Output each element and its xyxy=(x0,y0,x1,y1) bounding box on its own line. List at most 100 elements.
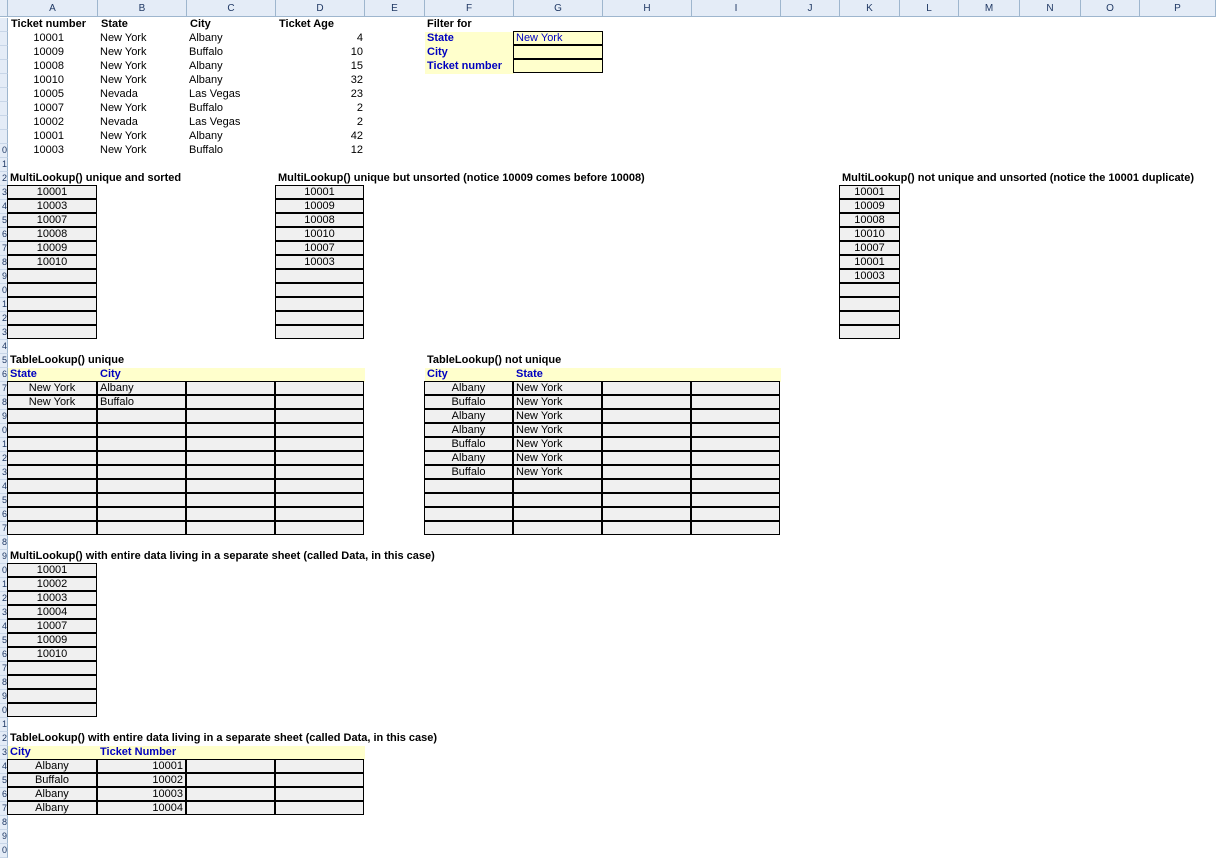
row-header[interactable] xyxy=(0,102,8,116)
table-lookup-cell[interactable] xyxy=(186,773,275,787)
table-header-2[interactable]: City xyxy=(188,18,277,32)
table-lookup-cell[interactable] xyxy=(7,409,97,423)
row-header[interactable]: 0 xyxy=(0,144,8,158)
table-lookup-cell[interactable] xyxy=(691,451,780,465)
lookup-result-cell[interactable] xyxy=(275,269,364,283)
table-cell[interactable]: 10010 xyxy=(8,74,66,88)
column-header-f[interactable]: F xyxy=(425,0,514,17)
table-header-3[interactable]: Ticket Age xyxy=(277,18,366,32)
table-cell[interactable]: New York xyxy=(98,102,187,116)
lookup-result-cell[interactable]: 10003 xyxy=(7,591,97,605)
lookup-result-cell[interactable]: 10001 xyxy=(839,255,900,269)
table-lookup-cell[interactable] xyxy=(186,465,275,479)
table-lookup-cell[interactable] xyxy=(186,759,275,773)
lookup-result-cell[interactable]: 10010 xyxy=(839,227,900,241)
table-cell[interactable]: New York xyxy=(98,144,187,158)
table-cell[interactable]: New York xyxy=(98,60,187,74)
lookup-result-cell[interactable] xyxy=(7,297,97,311)
table-lookup-cell[interactable] xyxy=(97,409,186,423)
row-header[interactable]: 6 xyxy=(0,368,8,382)
table-lookup-cell[interactable] xyxy=(97,423,186,437)
table-cell[interactable]: 10007 xyxy=(8,102,66,116)
column-header-m[interactable]: M xyxy=(959,0,1020,17)
table-cell[interactable]: 10001 xyxy=(8,130,66,144)
lookup-result-cell[interactable] xyxy=(7,283,97,297)
table-cell[interactable]: New York xyxy=(98,32,187,46)
row-header[interactable]: 8 xyxy=(0,816,8,830)
table-lookup-cell[interactable] xyxy=(7,465,97,479)
table-lookup-cell[interactable] xyxy=(7,437,97,451)
table-lookup-cell[interactable]: Albany xyxy=(424,381,513,395)
select-all-corner[interactable] xyxy=(0,0,8,17)
lookup-result-cell[interactable]: 10007 xyxy=(7,619,97,633)
row-header[interactable] xyxy=(0,46,8,60)
column-header-l[interactable]: L xyxy=(900,0,959,17)
table-lookup-cell[interactable] xyxy=(275,521,364,535)
table-lookup-cell[interactable]: New York xyxy=(7,381,97,395)
table-lookup-cell[interactable]: New York xyxy=(513,465,602,479)
row-header[interactable]: 0 xyxy=(0,844,8,858)
row-header[interactable]: 4 xyxy=(0,340,8,354)
table-lookup-cell[interactable] xyxy=(424,493,513,507)
table-lookup-cell[interactable] xyxy=(424,479,513,493)
table-cell[interactable]: Las Vegas xyxy=(187,116,276,130)
row-header[interactable] xyxy=(0,116,8,130)
table-cell[interactable]: 10 xyxy=(276,46,365,60)
lookup-result-cell[interactable]: 10009 xyxy=(7,633,97,647)
table-lookup-cell[interactable] xyxy=(275,451,364,465)
table-lookup-cell[interactable] xyxy=(7,521,97,535)
table-cell[interactable]: Buffalo xyxy=(187,102,276,116)
table-lookup-cell[interactable] xyxy=(186,395,275,409)
table-lookup-cell[interactable] xyxy=(424,521,513,535)
table-lookup-cell[interactable]: Buffalo xyxy=(424,437,513,451)
table-lookup-cell[interactable] xyxy=(186,493,275,507)
table-lookup-cell[interactable]: Buffalo xyxy=(7,773,97,787)
table-lookup-cell[interactable] xyxy=(275,423,364,437)
table-lookup-cell[interactable] xyxy=(513,507,602,521)
column-header-c[interactable]: C xyxy=(187,0,276,17)
table-lookup-cell[interactable] xyxy=(275,437,364,451)
table-lookup-cell[interactable] xyxy=(97,451,186,465)
table-lookup-cell[interactable] xyxy=(602,395,691,409)
table-lookup-cell[interactable]: New York xyxy=(513,395,602,409)
table-lookup-cell[interactable]: New York xyxy=(513,437,602,451)
table-lookup-cell[interactable] xyxy=(602,423,691,437)
table-lookup-cell[interactable] xyxy=(275,493,364,507)
table-lookup-cell[interactable] xyxy=(7,451,97,465)
row-header[interactable] xyxy=(0,18,8,32)
table-lookup-cell[interactable] xyxy=(186,507,275,521)
table-lookup-cell[interactable] xyxy=(691,381,780,395)
table-lookup-cell[interactable] xyxy=(275,801,364,815)
table-cell[interactable]: Albany xyxy=(187,130,276,144)
table-lookup-cell[interactable] xyxy=(97,465,186,479)
table-lookup-cell[interactable] xyxy=(97,493,186,507)
lookup-result-cell[interactable]: 10001 xyxy=(275,185,364,199)
table-lookup-cell[interactable]: Buffalo xyxy=(97,395,186,409)
table-lookup-cell[interactable] xyxy=(7,423,97,437)
table-lookup-cell[interactable] xyxy=(602,479,691,493)
column-header-n[interactable]: N xyxy=(1020,0,1081,17)
lookup-result-cell[interactable]: 10002 xyxy=(7,577,97,591)
table-lookup-cell[interactable] xyxy=(691,507,780,521)
table-lookup-cell[interactable] xyxy=(275,507,364,521)
table-cell[interactable]: 10008 xyxy=(8,60,66,74)
table-lookup-cell[interactable] xyxy=(602,409,691,423)
table-lookup-cell[interactable] xyxy=(186,787,275,801)
table-cell[interactable]: Albany xyxy=(187,74,276,88)
table-cell[interactable]: Las Vegas xyxy=(187,88,276,102)
table-lookup-cell[interactable] xyxy=(513,479,602,493)
lookup-result-cell[interactable]: 10001 xyxy=(839,185,900,199)
table-cell[interactable]: 10009 xyxy=(8,46,66,60)
table-lookup-cell[interactable] xyxy=(691,479,780,493)
lookup-result-cell[interactable]: 10001 xyxy=(7,185,97,199)
filter-value-0[interactable]: New York xyxy=(513,31,603,45)
table-lookup-cell[interactable] xyxy=(602,465,691,479)
table-lookup-cell[interactable] xyxy=(186,801,275,815)
table-cell[interactable]: 10003 xyxy=(8,144,66,158)
lookup-result-cell[interactable] xyxy=(7,325,97,339)
lookup-result-cell[interactable] xyxy=(839,297,900,311)
table-cell[interactable]: 10005 xyxy=(8,88,66,102)
table-lookup-cell[interactable]: 10002 xyxy=(97,773,186,787)
table-lookup-cell[interactable] xyxy=(97,507,186,521)
table-lookup-cell[interactable] xyxy=(691,493,780,507)
